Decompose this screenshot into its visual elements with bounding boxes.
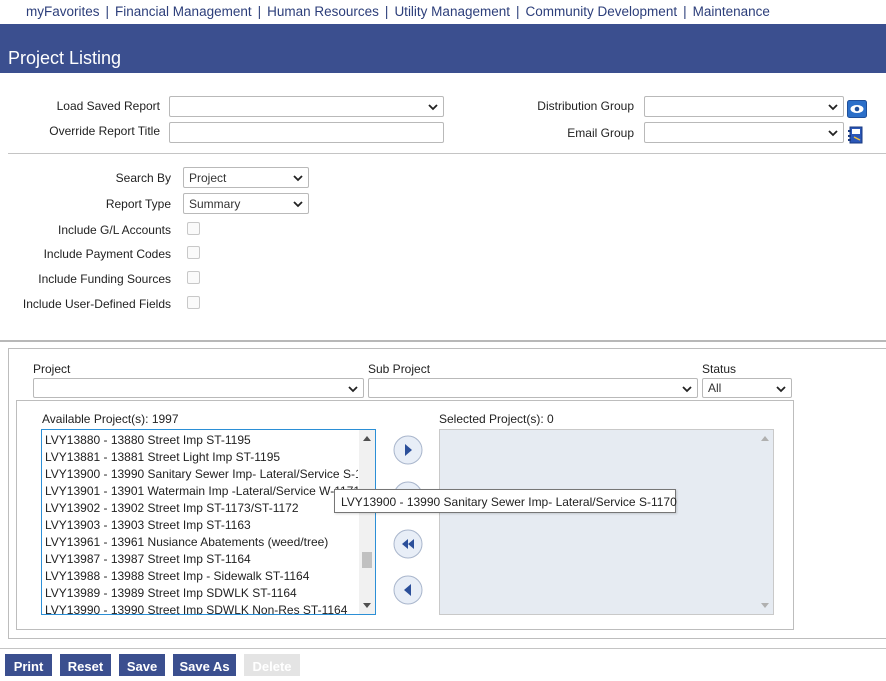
- include-gl-accounts-label: Include G/L Accounts: [58, 223, 171, 237]
- nav-separator: |: [257, 4, 262, 19]
- nav-separator: |: [683, 4, 687, 19]
- scroll-up-arrow-icon[interactable]: [761, 436, 769, 441]
- list-item[interactable]: LVY13961 - 13961 Nusiance Abatements (we…: [45, 535, 358, 549]
- status-filter-value: All: [708, 381, 722, 395]
- project-filter-select[interactable]: [33, 378, 364, 398]
- list-item[interactable]: LVY13989 - 13989 Street Imp SDWLK ST-116…: [45, 586, 358, 600]
- available-projects-list[interactable]: LVY13880 - 13880 Street Imp ST-1195 LVY1…: [41, 429, 376, 615]
- section-divider: [8, 153, 886, 154]
- nav-link-financial-management[interactable]: Financial Management: [115, 4, 252, 19]
- section-divider: [0, 340, 886, 342]
- override-report-title-input[interactable]: [169, 122, 444, 143]
- selected-projects-list[interactable]: [439, 429, 774, 615]
- chevron-left-circle-icon[interactable]: [393, 575, 423, 605]
- search-by-label: Search By: [115, 171, 171, 185]
- list-scrollbar[interactable]: [359, 430, 375, 614]
- nav-separator: |: [384, 4, 389, 19]
- page-header: Project Listing: [0, 24, 886, 73]
- list-item[interactable]: LVY13902 - 13902 Street Imp ST-1173/ST-1…: [45, 501, 358, 515]
- list-scrollbar[interactable]: [757, 430, 773, 614]
- nav-separator: |: [105, 4, 110, 19]
- item-tooltip: LVY13900 - 13990 Sanitary Sewer Imp- Lat…: [334, 489, 677, 513]
- address-book-icon[interactable]: [848, 126, 864, 144]
- nav-link-human-resources[interactable]: Human Resources: [267, 4, 379, 19]
- override-report-title-label: Override Report Title: [49, 124, 160, 138]
- include-payment-codes-checkbox[interactable]: [187, 246, 200, 259]
- sub-project-filter-select[interactable]: [368, 378, 698, 398]
- save-button[interactable]: Save: [119, 654, 165, 676]
- reset-button[interactable]: Reset: [60, 654, 111, 676]
- list-item[interactable]: LVY13900 - 13990 Sanitary Sewer Imp- Lat…: [45, 467, 358, 481]
- status-filter-label: Status: [702, 362, 737, 376]
- list-item[interactable]: LVY13903 - 13903 Street Imp ST-1163: [45, 518, 358, 532]
- email-group-label: Email Group: [567, 126, 634, 140]
- include-funding-sources-checkbox[interactable]: [187, 271, 200, 284]
- double-chevron-left-circle-icon[interactable]: [393, 529, 423, 559]
- project-filter-label: Project: [33, 362, 71, 376]
- report-type-value: Summary: [189, 197, 241, 211]
- list-item[interactable]: LVY13988 - 13988 Street Imp - Sidewalk S…: [45, 569, 358, 583]
- section-divider: [0, 648, 886, 649]
- load-saved-report-select[interactable]: [169, 96, 444, 117]
- chevron-down-icon: [293, 201, 303, 208]
- list-item[interactable]: LVY13990 - 13990 Street Imp SDWLK Non-Re…: [45, 603, 358, 614]
- load-saved-report-label: Load Saved Report: [56, 99, 160, 113]
- nav-link-utility-management[interactable]: Utility Management: [394, 4, 510, 19]
- distribution-group-select[interactable]: [644, 96, 844, 117]
- include-user-defined-fields-checkbox[interactable]: [187, 296, 200, 309]
- status-filter-select[interactable]: All: [702, 378, 792, 398]
- nav-link-myfavorites[interactable]: myFavorites: [26, 4, 100, 19]
- scroll-up-arrow-icon[interactable]: [363, 436, 371, 441]
- chevron-down-icon: [682, 386, 692, 393]
- scroll-down-arrow-icon[interactable]: [761, 603, 769, 608]
- save-as-button[interactable]: Save As: [173, 654, 236, 676]
- search-by-select[interactable]: Project: [183, 167, 309, 188]
- chevron-down-icon: [428, 104, 438, 111]
- chevron-down-icon: [828, 130, 838, 137]
- nav-items: myFavorites | Financial Management | Hum…: [26, 4, 770, 19]
- search-by-value: Project: [189, 171, 227, 185]
- distribution-group-label: Distribution Group: [537, 99, 634, 113]
- page-title: Project Listing: [8, 48, 122, 68]
- email-group-select[interactable]: [644, 122, 844, 143]
- include-funding-sources-label: Include Funding Sources: [38, 272, 171, 286]
- eye-icon[interactable]: [847, 100, 867, 118]
- nav-link-maintenance[interactable]: Maintenance: [693, 4, 770, 19]
- include-payment-codes-label: Include Payment Codes: [43, 247, 171, 261]
- report-type-label: Report Type: [105, 197, 171, 211]
- chevron-right-circle-icon[interactable]: [393, 435, 423, 465]
- nav-link-community-development[interactable]: Community Development: [526, 4, 678, 19]
- delete-button[interactable]: Delete: [244, 654, 300, 676]
- include-gl-accounts-checkbox[interactable]: [187, 222, 200, 235]
- chevron-down-icon: [293, 175, 303, 182]
- list-item[interactable]: LVY13880 - 13880 Street Imp ST-1195: [45, 433, 358, 447]
- include-user-defined-fields-label: Include User-Defined Fields: [22, 297, 171, 311]
- chevron-down-icon: [348, 386, 358, 393]
- scrollbar-thumb[interactable]: [362, 552, 372, 568]
- print-button[interactable]: Print: [5, 654, 52, 676]
- sub-project-filter-label: Sub Project: [368, 362, 431, 376]
- available-projects-label: Available Project(s): 1997: [42, 412, 179, 426]
- report-type-select[interactable]: Summary: [183, 193, 309, 214]
- list-item[interactable]: LVY13901 - 13901 Watermain Imp -Lateral/…: [45, 484, 358, 498]
- scroll-down-arrow-icon[interactable]: [363, 603, 371, 608]
- chevron-down-icon: [828, 104, 838, 111]
- nav-separator: |: [516, 4, 520, 19]
- chevron-down-icon: [776, 386, 786, 393]
- top-navigation: myFavorites | Financial Management | Hum…: [0, 0, 886, 24]
- selected-projects-label: Selected Project(s): 0: [439, 412, 554, 426]
- list-item[interactable]: LVY13987 - 13987 Street Imp ST-1164: [45, 552, 358, 566]
- list-item[interactable]: LVY13881 - 13881 Street Light Imp ST-119…: [45, 450, 358, 464]
